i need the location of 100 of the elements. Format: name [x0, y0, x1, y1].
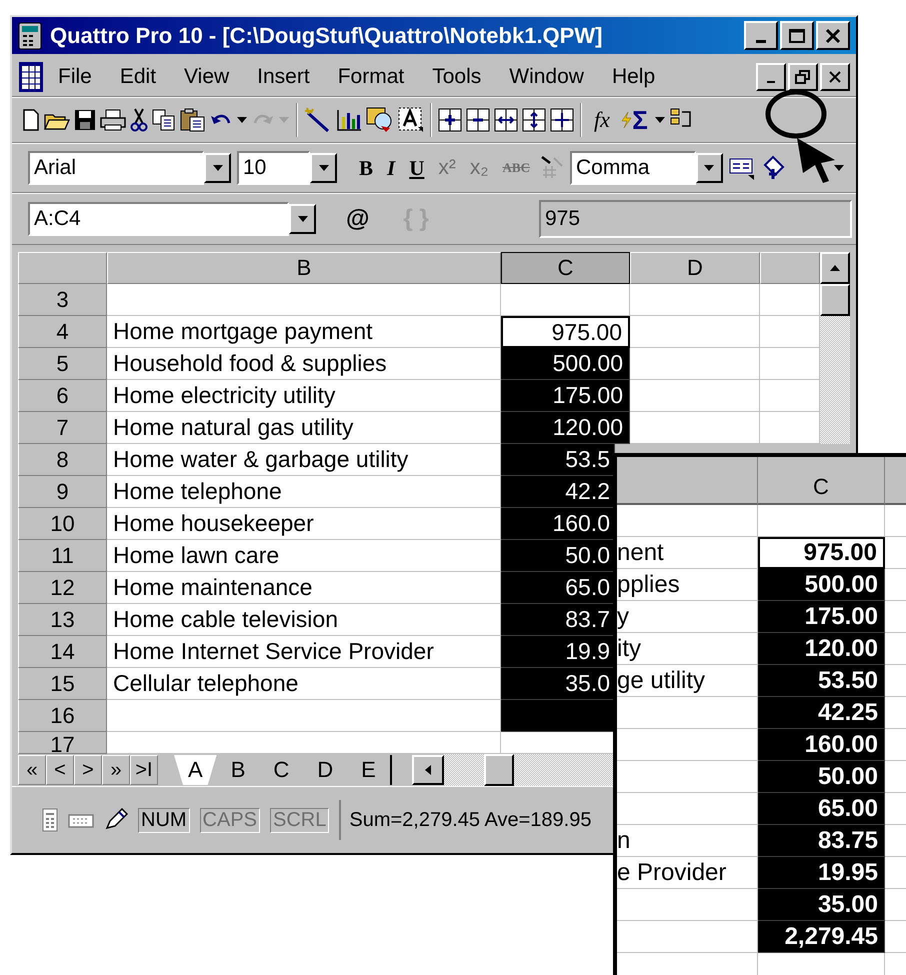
table-cell[interactable]: 83.7: [501, 604, 615, 636]
menu-item[interactable]: Insert: [243, 62, 324, 90]
row-header[interactable]: 7: [18, 412, 107, 444]
column-width-icon[interactable]: [494, 108, 518, 132]
pencil-icon[interactable]: [104, 808, 128, 832]
table-cell[interactable]: [630, 316, 760, 348]
menu-item[interactable]: View: [170, 62, 244, 90]
row-header[interactable]: 11: [18, 540, 107, 572]
cell-reference-dropdown[interactable]: A:C4: [28, 202, 289, 236]
scroll-up-button[interactable]: [820, 252, 850, 284]
table-cell[interactable]: [501, 732, 615, 754]
dropdown-button[interactable]: [310, 153, 337, 183]
table-cell[interactable]: 975.00: [501, 316, 630, 348]
menu-item[interactable]: Window: [495, 62, 598, 90]
function-button[interactable]: fx: [588, 102, 616, 138]
row-header[interactable]: 10: [18, 508, 107, 540]
shapes-icon[interactable]: [366, 107, 394, 133]
row-header[interactable]: 6: [18, 380, 107, 412]
table-cell[interactable]: 50.0: [501, 540, 615, 572]
table-cell[interactable]: 35.0: [501, 668, 615, 700]
save-icon[interactable]: [74, 109, 96, 131]
new-file-icon[interactable]: [22, 109, 40, 131]
menu-item[interactable]: Help: [598, 62, 670, 90]
table-cell[interactable]: [630, 380, 760, 412]
sheet-tab[interactable]: A: [174, 755, 217, 785]
dropdown-button[interactable]: [696, 153, 723, 183]
dropdown-button[interactable]: [289, 204, 316, 234]
copy-icon[interactable]: [152, 109, 176, 131]
row-header[interactable]: 15: [18, 668, 107, 700]
table-cell[interactable]: [760, 316, 820, 348]
clipboard-icon[interactable]: [180, 108, 206, 132]
maximize-button[interactable]: [780, 21, 814, 50]
row-header[interactable]: 3: [18, 284, 107, 316]
text-box-icon[interactable]: [398, 107, 424, 133]
caret-icon[interactable]: [654, 116, 666, 124]
tab-scroll-button[interactable]: >I: [130, 755, 158, 785]
table-cell[interactable]: [760, 380, 820, 412]
tab-scroll-button[interactable]: »: [102, 755, 130, 785]
row-header[interactable]: 14: [18, 636, 107, 668]
row-header[interactable]: 17: [18, 732, 107, 754]
input-field[interactable]: 975: [539, 200, 852, 238]
table-cell[interactable]: 65.0: [501, 572, 615, 604]
style-dropdown[interactable]: Comma: [570, 151, 696, 185]
table-cell[interactable]: [630, 348, 760, 380]
row-height-icon[interactable]: [522, 108, 546, 132]
row-header[interactable]: 5: [18, 348, 107, 380]
font-size-dropdown[interactable]: 10: [237, 151, 310, 185]
menu-item[interactable]: Tools: [418, 62, 496, 90]
table-cell[interactable]: [760, 284, 820, 316]
table-cell[interactable]: [630, 284, 760, 316]
row-header[interactable]: 13: [18, 604, 107, 636]
fit-cells-icon[interactable]: [550, 108, 574, 132]
bold-button[interactable]: B: [355, 151, 378, 185]
scroll-thumb[interactable]: [820, 284, 850, 316]
calculator-icon[interactable]: [42, 808, 58, 832]
table-cell[interactable]: 175.00: [501, 380, 630, 412]
minimize-button[interactable]: [756, 62, 786, 90]
table-cell[interactable]: 120.00: [501, 412, 630, 444]
menu-item[interactable]: Edit: [106, 62, 170, 90]
table-cell[interactable]: [630, 412, 760, 444]
table-cell[interactable]: 53.5: [501, 444, 615, 476]
row-header[interactable]: 12: [18, 572, 107, 604]
row-header[interactable]: 16: [18, 700, 107, 732]
table-cell[interactable]: 160.0: [501, 508, 615, 540]
delete-cells-icon[interactable]: [466, 108, 490, 132]
column-header[interactable]: D: [630, 252, 760, 284]
scroll-thumb[interactable]: [484, 754, 514, 786]
dropdown-button[interactable]: [204, 153, 231, 183]
column-header[interactable]: [760, 252, 820, 284]
close-button[interactable]: [820, 62, 850, 90]
row-header[interactable]: 9: [18, 476, 107, 508]
bar-chart-icon[interactable]: [336, 109, 362, 131]
font-dropdown[interactable]: Arial: [28, 151, 204, 185]
tab-scroll-button[interactable]: >: [74, 755, 102, 785]
table-cell[interactable]: [501, 700, 615, 732]
column-header[interactable]: B: [107, 252, 501, 284]
menu-item[interactable]: Format: [324, 62, 418, 90]
row-header[interactable]: 4: [18, 316, 107, 348]
select-all-button[interactable]: [18, 252, 107, 284]
insert-cells-icon[interactable]: [438, 108, 462, 132]
tab-scroll-button[interactable]: <: [46, 755, 74, 785]
column-header[interactable]: C: [501, 252, 630, 284]
magic-wand-icon[interactable]: [304, 107, 332, 133]
sum-button[interactable]: Σ: [630, 102, 650, 138]
minimize-button[interactable]: [744, 21, 778, 50]
align-icon[interactable]: [728, 156, 755, 180]
italic-button[interactable]: I: [383, 151, 400, 185]
restore-button[interactable]: [788, 62, 818, 90]
table-cell[interactable]: [760, 348, 820, 380]
table-cell[interactable]: 19.9: [501, 636, 615, 668]
table-cell[interactable]: 500.00: [501, 348, 630, 380]
close-button[interactable]: [816, 21, 850, 50]
table-cell[interactable]: [760, 412, 820, 444]
table-cell[interactable]: [501, 284, 630, 316]
tab-scroll-button[interactable]: «: [18, 755, 46, 785]
lightning-icon[interactable]: [620, 111, 632, 129]
hash-eraser-icon[interactable]: [540, 156, 564, 180]
address-button[interactable]: @: [342, 202, 374, 236]
caret-icon[interactable]: [236, 116, 248, 124]
print-icon[interactable]: [100, 109, 126, 131]
